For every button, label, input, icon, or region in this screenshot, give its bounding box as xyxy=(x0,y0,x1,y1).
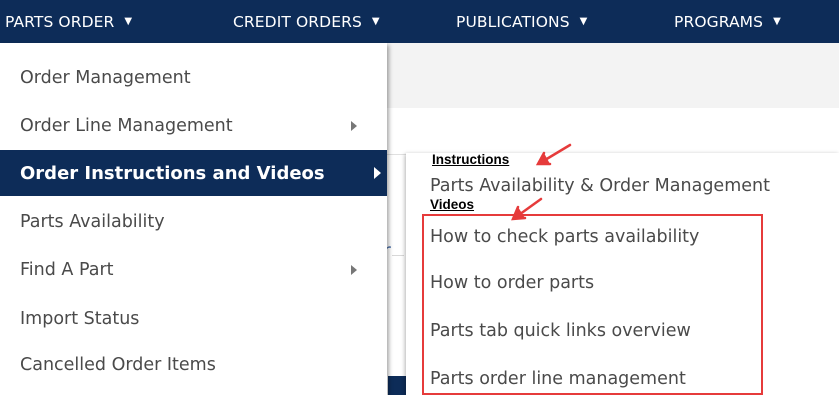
menu-item-cancelled-order-items[interactable]: Cancelled Order Items xyxy=(0,342,387,388)
menu-item-label: Cancelled Order Items xyxy=(20,355,216,375)
submenu-arrow-icon xyxy=(374,167,381,179)
menu-item-find-a-part[interactable]: Find A Part xyxy=(0,247,387,293)
menu-item-order-instructions-and-videos[interactable]: Order Instructions and Videos xyxy=(0,150,387,196)
menu-item-label: Find A Part xyxy=(20,260,114,280)
menu-item-label: Order Line Management xyxy=(20,116,233,136)
link-parts-availability-order-management[interactable]: Parts Availability & Order Management xyxy=(430,176,770,196)
background-element xyxy=(388,376,406,395)
nav-publications[interactable]: PUBLICATIONS ▼ xyxy=(456,0,587,43)
menu-item-label: Order Management xyxy=(20,68,191,88)
nav-programs-label: PROGRAMS xyxy=(674,12,764,31)
parts-order-dropdown-menu: Order Management Order Line Management O… xyxy=(0,43,387,395)
background-page-header xyxy=(387,43,839,109)
submenu-arrow-icon xyxy=(351,121,357,131)
videos-heading: Videos xyxy=(430,197,475,212)
caret-down-icon: ▼ xyxy=(579,16,588,27)
link-parts-tab-quick-links-overview[interactable]: Parts tab quick links overview xyxy=(430,321,691,341)
nav-parts-order[interactable]: PARTS ORDER ▼ xyxy=(5,0,132,43)
submenu-arrow-icon xyxy=(351,265,357,275)
link-how-to-order-parts[interactable]: How to order parts xyxy=(430,273,594,293)
nav-credit-orders-label: CREDIT ORDERS xyxy=(233,12,362,31)
menu-item-parts-availability[interactable]: Parts Availability xyxy=(0,199,387,245)
nav-publications-label: PUBLICATIONS xyxy=(456,12,570,31)
caret-down-icon: ▼ xyxy=(773,16,781,27)
caret-down-icon: ▼ xyxy=(124,16,133,27)
background-divider xyxy=(392,255,404,256)
link-parts-order-line-management[interactable]: Parts order line management xyxy=(430,369,686,389)
caret-down-icon: ▼ xyxy=(371,16,380,27)
order-instructions-submenu: Instructions Parts Availability & Order … xyxy=(406,152,839,395)
menu-item-label: Order Instructions and Videos xyxy=(20,162,325,184)
menu-item-import-status[interactable]: Import Status xyxy=(0,296,387,342)
top-navigation-bar: PARTS ORDER ▼ CREDIT ORDERS ▼ PUBLICATIO… xyxy=(0,0,839,43)
instructions-heading: Instructions xyxy=(432,152,510,167)
background-page-row xyxy=(387,108,839,155)
link-how-to-check-parts-availability[interactable]: How to check parts availability xyxy=(430,227,699,247)
nav-parts-order-label: PARTS ORDER xyxy=(5,12,115,31)
menu-item-order-line-management[interactable]: Order Line Management xyxy=(0,103,387,149)
menu-item-label: Parts Availability xyxy=(20,212,165,232)
menu-item-label: Import Status xyxy=(20,309,140,329)
nav-credit-orders[interactable]: CREDIT ORDERS ▼ xyxy=(233,0,380,43)
nav-programs[interactable]: PROGRAMS ▼ xyxy=(674,0,781,43)
menu-item-order-management[interactable]: Order Management xyxy=(0,55,387,101)
